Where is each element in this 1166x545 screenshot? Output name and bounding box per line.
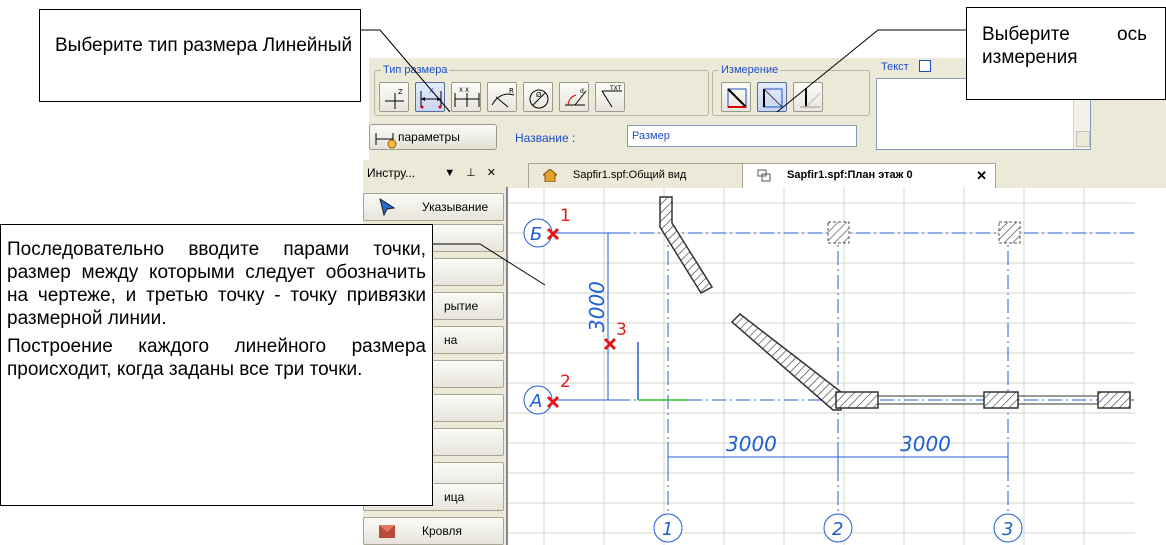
tool-pointer-label: Указывание [422, 200, 489, 214]
measure-axis-aligned-button[interactable] [757, 82, 787, 112]
panel-controls[interactable]: ▼ ⊥ ✕ [444, 163, 500, 183]
axis-bubbles [523, 218, 1023, 543]
floor-plan-icon [757, 169, 771, 182]
dim-type-vertical-button[interactable]: Z [379, 82, 409, 112]
vertical-dimension-icon: Z [385, 88, 404, 109]
callout-dimension-type-text: Выберите тип размера Линейный [55, 35, 353, 56]
svg-text:TXT: TXT [609, 85, 622, 92]
parameters-button[interactable]: параметры [369, 124, 497, 150]
dim-type-radius-button[interactable]: R [487, 82, 517, 112]
svg-text:R: R [509, 87, 514, 95]
radius-dimension-icon: R [491, 87, 515, 108]
point-marker-2: 2 [560, 372, 571, 392]
drawing-canvas[interactable]: 3000 3000 3000 Б А 1 2 3 1 2 3 [506, 187, 1135, 545]
tab-floor-plan-label: Sapfir1.spf:План этаж 0 [787, 169, 913, 181]
tool-pointer[interactable]: Указывание [363, 193, 504, 221]
svg-text:Ø: Ø [536, 91, 542, 99]
svg-text:Z: Z [398, 88, 403, 96]
dim-value-horizontal-2: 3000 [900, 432, 951, 456]
tab-general-view[interactable]: Sapfir1.spf:Общий вид [528, 163, 744, 188]
dim-value-horizontal-1: 3000 [726, 432, 777, 456]
horizontal-dimension [667, 442, 1009, 477]
axis-label-2: 2 [832, 519, 843, 540]
measure-group-title: Измерение [719, 63, 781, 77]
tool-roof-label: Кровля [422, 524, 462, 538]
axis-label-a: А [529, 391, 542, 412]
callout-axis-word-3: измерения [982, 47, 1078, 68]
axis-label-1: 1 [662, 519, 673, 540]
column-marker [998, 221, 1021, 244]
text-group-title: Текст [879, 60, 911, 74]
dim-type-linear-button[interactable]: X [415, 82, 445, 112]
point-marker-1: 1 [560, 206, 571, 226]
document-tabs: Sapfir1.spf:Общий вид Sapfir1.spf:План э… [506, 160, 1166, 188]
axis-vertical-icon [800, 88, 821, 108]
callout-build-note: Построение каждого линейного размера про… [7, 336, 426, 380]
svg-text:d: d [580, 88, 584, 95]
tool-stairs-label: ица [444, 490, 465, 504]
tool-slab-label: рытие [444, 299, 479, 313]
svg-text:X X: X X [459, 87, 469, 94]
dim-type-leader-text-button[interactable]: TXT [595, 82, 625, 112]
callout-measure-axis: Выберите ось измерения [966, 7, 1166, 100]
dimension-type-group-title: Тип размера [381, 63, 450, 77]
name-input[interactable] [627, 125, 857, 147]
walls [659, 196, 1131, 411]
callout-axis-word-2: ось [1117, 24, 1147, 45]
axis-lines [568, 227, 1135, 515]
dim-type-diameter-button[interactable]: Ø [523, 82, 553, 112]
column-marker [827, 221, 850, 244]
callout-points-text: Последовательно вводите парами точки, ра… [7, 239, 426, 329]
point-marker-3: 3 [616, 320, 627, 340]
chain-dimension-icon: X X [454, 87, 480, 107]
dim-type-angle-button[interactable]: d [559, 82, 589, 112]
axis-aligned-icon [763, 88, 783, 108]
svg-text:X: X [429, 87, 434, 95]
callout-points-instruction: Последовательно вводите парами точки, ра… [0, 224, 433, 506]
tab-general-view-label: Sapfir1.spf:Общий вид [573, 169, 687, 181]
parameters-label: параметры [398, 130, 460, 144]
text-checkbox[interactable] [919, 60, 931, 72]
axis-diagonal-icon [727, 88, 747, 108]
dim-type-chain-button[interactable]: X X [451, 82, 481, 112]
linear-dimension-icon: X [420, 87, 442, 109]
callout-axis-word-1: Выберите [982, 24, 1070, 45]
roof-icon [379, 525, 395, 538]
leader-text-icon: TXT [601, 85, 622, 108]
tab-close-icon[interactable]: ✕ [976, 164, 987, 187]
name-label: Название : [515, 131, 576, 145]
parameters-icon [375, 133, 397, 149]
tab-floor-plan[interactable]: Sapfir1.spf:План этаж 0 ✕ [742, 163, 996, 188]
grid [508, 187, 1135, 545]
axis-label-3: 3 [1002, 519, 1013, 540]
floor-plan-drawing: 3000 3000 3000 Б А 1 2 3 1 2 3 [508, 187, 1135, 545]
measure-axis-vertical-button[interactable] [793, 82, 823, 112]
measure-axis-xy-button[interactable] [721, 82, 751, 112]
angle-dimension-icon: d [565, 88, 587, 106]
tool-window-label: на [444, 333, 458, 347]
instruments-panel-title: Инстру... [367, 166, 416, 180]
instruments-panel-header: Инстру... ▼ ⊥ ✕ [365, 163, 504, 183]
callout-dimension-type: Выберите тип размера Линейный [39, 9, 361, 102]
dim-value-vertical: 3000 [585, 281, 609, 332]
pointer-arrow-icon [379, 198, 396, 216]
house-icon [543, 169, 557, 182]
diameter-dimension-icon: Ø [529, 89, 549, 109]
tool-roof[interactable]: Кровля [363, 517, 504, 545]
axis-label-b: Б [530, 224, 542, 245]
